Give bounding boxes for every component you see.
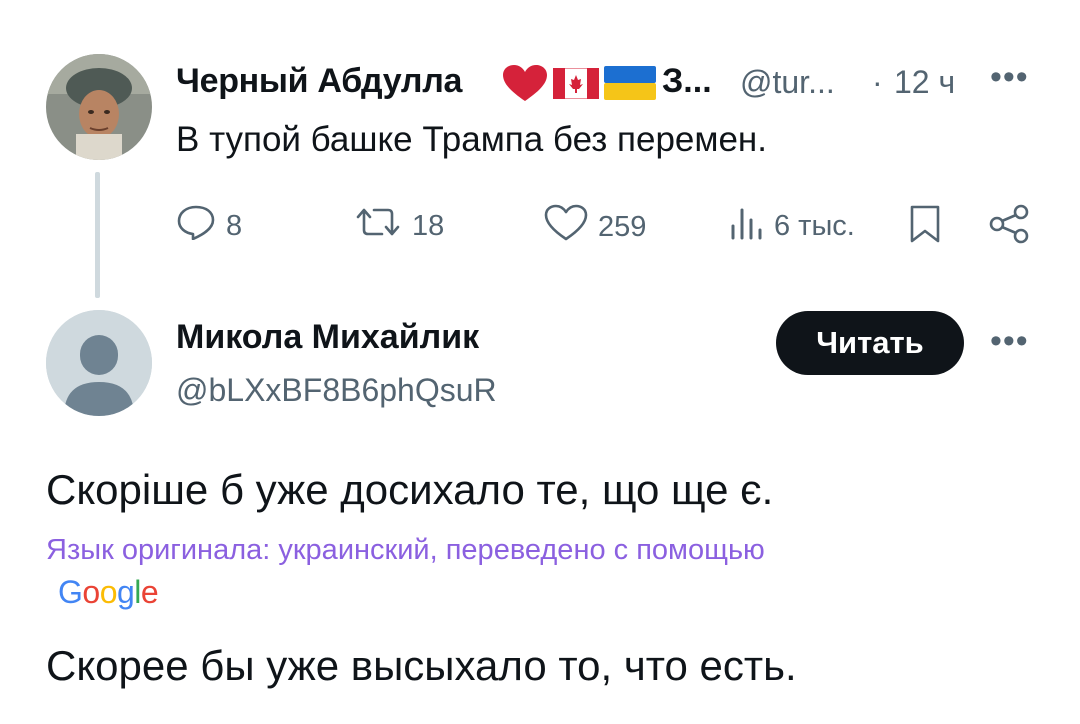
tweet-text: В тупой башке Трампа без перемен. — [176, 120, 767, 159]
tweet-timestamp[interactable]: 12 ч — [894, 64, 955, 101]
reply-author-name[interactable]: Микола Михайлик — [176, 318, 479, 357]
reply-count: 8 — [226, 209, 243, 242]
reply-button[interactable]: 8 — [176, 204, 242, 248]
like-count: 259 — [598, 210, 647, 243]
author-name-tail[interactable]: З... — [662, 62, 712, 101]
author-name[interactable]: Черный Абдулла — [176, 62, 462, 101]
retweet-count: 18 — [412, 209, 445, 242]
heart-emoji-icon — [502, 64, 548, 107]
reply-icon — [176, 204, 216, 248]
ukraine-flag-icon — [604, 66, 656, 100]
avatar-image — [46, 54, 152, 160]
translation-note[interactable]: Язык оригинала: украинский, переведено с… — [46, 534, 765, 567]
google-logo: Google — [58, 574, 159, 610]
views-icon — [728, 204, 764, 248]
share-button[interactable] — [988, 204, 1030, 252]
share-icon — [988, 204, 1030, 252]
views-count: 6 тыс. — [774, 209, 855, 242]
reply-translated-text: Скорее бы уже высыхало то, что есть. — [46, 642, 797, 689]
bookmark-button[interactable] — [908, 204, 942, 252]
like-icon — [544, 204, 588, 250]
bookmark-icon — [908, 204, 942, 252]
canada-flag-icon — [552, 67, 600, 100]
thread-connector — [95, 172, 100, 298]
default-avatar-icon — [46, 310, 152, 416]
follow-button[interactable]: Читать — [776, 311, 964, 375]
retweet-button[interactable]: 18 — [354, 204, 444, 248]
reply-original-text: Скоріше б уже досихало те, що ще є. — [46, 466, 774, 513]
author-avatar[interactable] — [46, 54, 152, 160]
author-handle[interactable]: @tur... — [740, 64, 835, 101]
meta-separator: · — [872, 64, 883, 100]
more-options-button[interactable]: ••• — [990, 58, 1029, 97]
like-button[interactable]: 259 — [544, 204, 646, 250]
retweet-icon — [354, 204, 402, 248]
views-button[interactable]: 6 тыс. — [728, 204, 855, 248]
reply-author-handle[interactable]: @bLXxBF8B6phQsuR — [176, 372, 497, 409]
reply-more-options-button[interactable]: ••• — [990, 322, 1029, 361]
reply-author-avatar[interactable] — [46, 310, 152, 416]
